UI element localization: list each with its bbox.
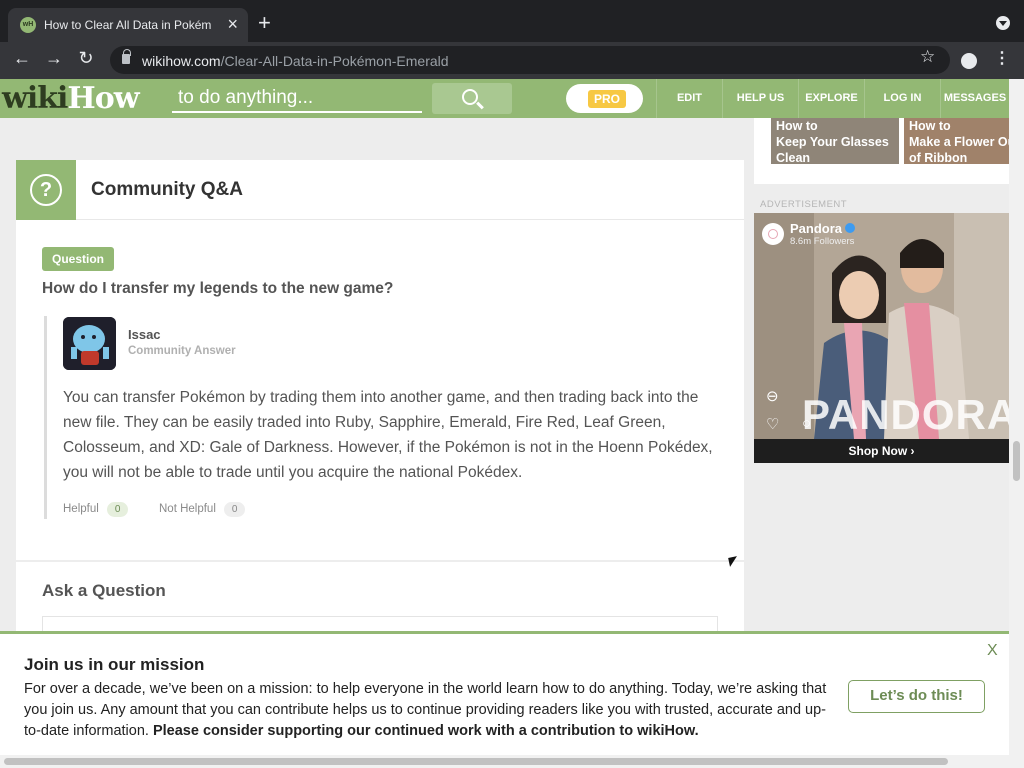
heart-icon[interactable]: ♡	[766, 415, 779, 433]
answer-text: You can transfer Pokémon by trading them…	[63, 389, 713, 481]
comment-icon[interactable]: ○	[802, 415, 811, 432]
url-host: wikihow.com	[142, 53, 221, 69]
nav-help-us[interactable]: HELP US	[722, 79, 798, 118]
horizontal-scroll-thumb[interactable]	[4, 758, 948, 765]
section-title: Community Q&A	[91, 179, 243, 200]
not-helpful-button[interactable]: Not Helpful 0	[159, 502, 246, 517]
back-arrow-icon[interactable]: ←	[10, 48, 34, 69]
shop-now-button[interactable]: Shop Now ›	[754, 439, 1009, 463]
mouse-cursor-icon	[728, 556, 739, 567]
related-line1: How to	[776, 119, 818, 133]
helpful-button[interactable]: Helpful 0	[63, 502, 129, 517]
ad-wordmark: PANDORA	[802, 391, 1009, 438]
browser-menu-icon[interactable]: ⋮	[994, 48, 1010, 68]
donation-banner: Join us in our mission For over a decade…	[0, 631, 1009, 755]
close-banner-icon[interactable]: X	[987, 642, 998, 660]
horizontal-scrollbar[interactable]	[0, 755, 1009, 768]
url-path: /Clear-All-Data-in-Pokémon-Emerald	[220, 53, 449, 69]
related-line2: Keep Your Glasses	[776, 135, 889, 149]
not-helpful-label: Not Helpful	[159, 503, 216, 515]
site-header: wikiHow to do anything... PRO EDIT HELP …	[0, 79, 1009, 118]
community-qa-section: ? Community Q&A Question How do I transf…	[16, 160, 744, 560]
nav-edit[interactable]: EDIT	[656, 79, 722, 118]
ask-question-section: Ask a Question	[16, 562, 744, 636]
advertisement-label: ADVERTISEMENT	[760, 199, 848, 210]
address-bar[interactable]: wikihow.com/Clear-All-Data-in-Pokémon-Em…	[110, 46, 950, 74]
vertical-scrollbar[interactable]	[1009, 79, 1024, 768]
banner-title: Join us in our mission	[24, 655, 205, 674]
url-text: wikihow.com/Clear-All-Data-in-Pokémon-Em…	[142, 53, 449, 69]
logo-wiki: wiki	[2, 81, 68, 116]
nav-messages[interactable]: MESSAGES	[940, 79, 1009, 118]
author-name[interactable]: Issac	[128, 327, 161, 342]
related-articles: How to Keep Your Glasses Clean How to Ma…	[754, 118, 1009, 184]
related-line2: Make a Flower Out	[909, 135, 1009, 149]
answer-block: Issac Community Answer You can transfer …	[44, 316, 724, 519]
search-icon-handle	[476, 101, 484, 110]
wikihow-favicon-icon: wH	[20, 17, 36, 33]
bookmark-star-icon[interactable]: ☆	[920, 47, 935, 67]
related-line3: Clean	[776, 151, 811, 164]
lock-icon[interactable]	[122, 49, 131, 64]
profile-icon[interactable]	[961, 53, 977, 69]
tab-close-icon[interactable]: ×	[227, 14, 238, 35]
lets-do-this-button[interactable]: Let’s do this!	[848, 680, 985, 713]
related-article-ribbon[interactable]: How to Make a Flower Out of Ribbon	[904, 118, 1009, 164]
mute-icon[interactable]: ⊖	[766, 387, 779, 405]
related-line3: of Ribbon	[909, 151, 968, 164]
ad-followers: 8.6m Followers	[790, 236, 855, 247]
pro-label: PRO	[588, 90, 627, 108]
related-article-glasses[interactable]: How to Keep Your Glasses Clean	[771, 118, 899, 164]
nav-log-in[interactable]: LOG IN	[864, 79, 940, 118]
avatar	[63, 317, 116, 370]
banner-text: For over a decade, we’ve been on a missi…	[24, 679, 834, 742]
logo-how: How	[67, 81, 139, 116]
avatar-image	[63, 317, 116, 370]
ad-brand: Pandora	[790, 221, 856, 236]
tab-title: How to Clear All Data in Pokém	[44, 18, 212, 32]
qa-header: ? Community Q&A	[16, 160, 744, 220]
browser-toolbar: ← → ↻ wikihow.com/Clear-All-Data-in-Poké…	[0, 42, 1024, 79]
helpful-label: Helpful	[63, 503, 99, 515]
nav-explore[interactable]: EXPLORE	[798, 79, 864, 118]
new-tab-icon[interactable]: +	[258, 10, 271, 36]
tab-search-icon[interactable]	[996, 16, 1010, 30]
pro-button[interactable]: PRO	[566, 84, 643, 113]
helpful-count: 0	[106, 502, 129, 517]
banner-body-bold: Please consider supporting our continued…	[152, 723, 699, 739]
search-input[interactable]: to do anything...	[172, 85, 422, 113]
not-helpful-count: 0	[223, 502, 246, 517]
ad-brand-name: Pandora	[790, 221, 843, 236]
wikihow-logo[interactable]: wikiHow	[2, 81, 140, 116]
question-badge: Question	[42, 247, 115, 271]
browser-chrome: wH How to Clear All Data in Pokém × + ← …	[0, 0, 1024, 79]
browser-tab[interactable]: wH How to Clear All Data in Pokém ×	[8, 8, 248, 42]
question-circle: ?	[30, 174, 62, 206]
pandora-logo-icon	[762, 223, 784, 245]
reload-icon[interactable]: ↻	[74, 48, 98, 69]
ask-question-title: Ask a Question	[42, 581, 166, 600]
search-button[interactable]	[432, 83, 512, 114]
verified-icon	[845, 223, 856, 233]
question-text: How do I transfer my legends to the new …	[42, 280, 394, 297]
question-mark-icon: ?	[16, 160, 76, 220]
forward-arrow-icon[interactable]: →	[42, 48, 66, 69]
vertical-scroll-thumb[interactable]	[1013, 441, 1020, 481]
related-line1: How to	[909, 119, 951, 133]
advertisement[interactable]: Pandora 8.6m Followers PANDORA ⊖ ♡ ○ Sho…	[754, 213, 1009, 463]
author-role: Community Answer	[128, 345, 236, 357]
